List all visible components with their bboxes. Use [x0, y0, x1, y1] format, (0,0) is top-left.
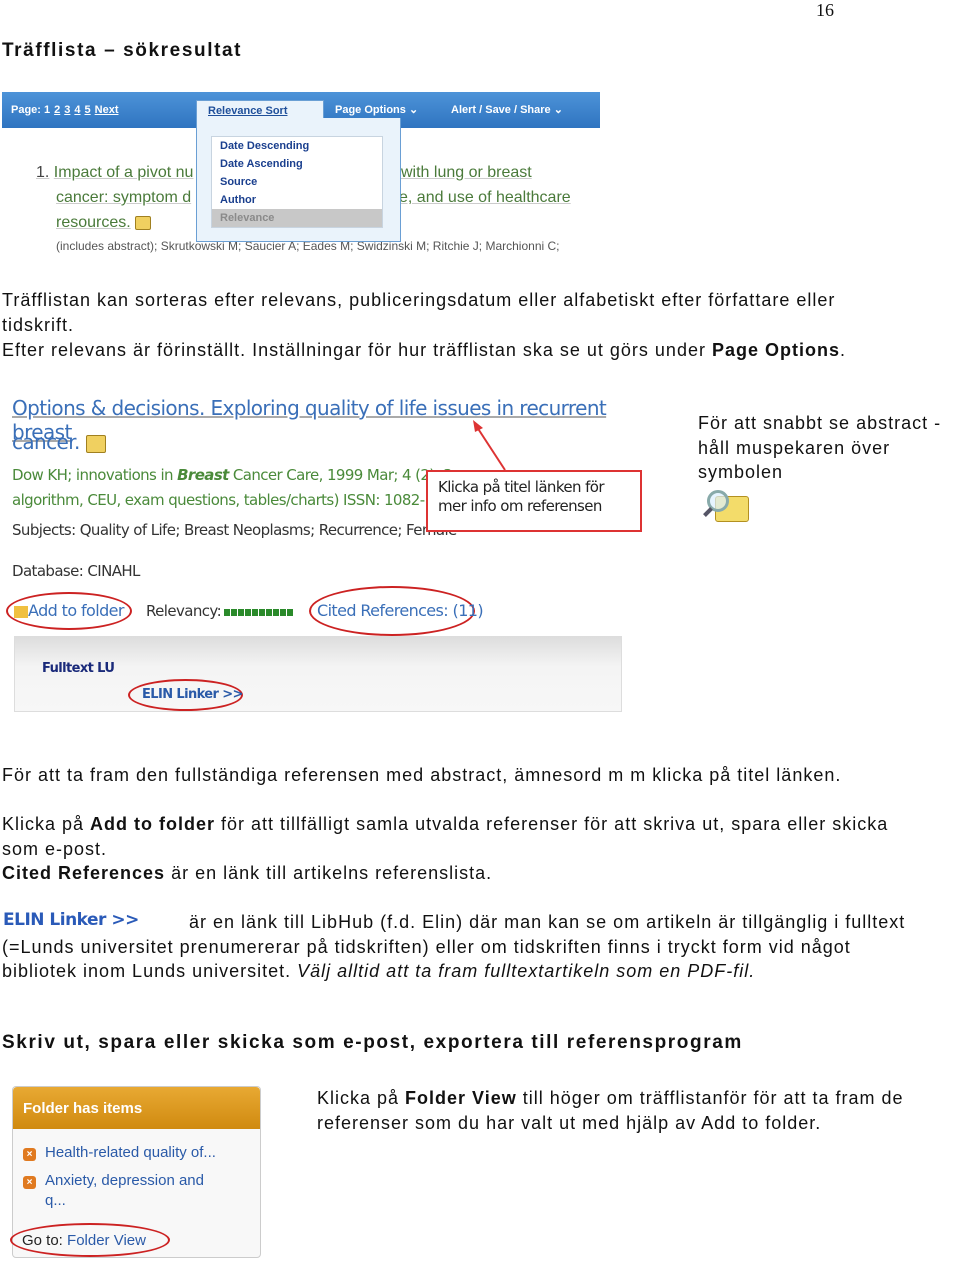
- screenshot-folder: Folder has items × Health-related qualit…: [10, 1086, 261, 1258]
- abstract-preview-icon[interactable]: [85, 434, 106, 453]
- paragraph: För att ta fram den fullständiga referen…: [2, 765, 842, 785]
- record-source: Dow KH; innovations in Breast Cancer Car…: [12, 466, 453, 484]
- paragraph: Efter relevans är förinställt. Inställni…: [2, 340, 846, 360]
- elin-linker-logo: ELIN Linker >>: [3, 910, 139, 930]
- paragraph: är en länk till LibHub (f.d. Elin) där m…: [189, 912, 906, 932]
- abstract-symbol-icon: [703, 490, 749, 524]
- heading-results: Träfflista – sökresultat: [2, 40, 243, 61]
- paragraph: tidskrift.: [2, 315, 75, 335]
- sort-date-ascending[interactable]: Date Ascending: [212, 155, 382, 173]
- goto-label: Go to:: [22, 1232, 68, 1249]
- page-link[interactable]: 4: [74, 104, 80, 116]
- result-title-part[interactable]: with lung or breast: [401, 164, 532, 181]
- paragraph: Klicka på Folder View till höger om träf…: [317, 1088, 904, 1108]
- record-subjects: Subjects: Quality of Life; Breast Neopla…: [12, 521, 457, 539]
- folder-icon: [14, 605, 28, 618]
- record-title-link[interactable]: Options & decisions. Exploring quality o…: [12, 396, 640, 444]
- relevancy-meter: [224, 609, 294, 616]
- folder-item-cont: q...: [45, 1192, 66, 1209]
- folder-view-link[interactable]: Folder View: [67, 1232, 146, 1249]
- page-link[interactable]: 3: [64, 104, 70, 116]
- screenshot-record: Options & decisions. Exploring quality o…: [4, 390, 642, 712]
- add-to-folder-link[interactable]: Add to folder: [14, 601, 124, 620]
- heading-print-save: Skriv ut, spara eller skicka som e-post,…: [2, 1032, 743, 1053]
- sort-dropdown: Date Descending Date Ascending Source Au…: [196, 118, 401, 242]
- record-title-link[interactable]: cancer.: [12, 430, 80, 454]
- screenshot-result-list: Page: 1 2 3 4 5 Next Page Options ⌄ Aler…: [2, 92, 600, 262]
- page-options-menu[interactable]: Page Options ⌄: [335, 103, 418, 116]
- paragraph: Cited References är en länk till artikel…: [2, 863, 493, 883]
- folder-header: Folder has items: [13, 1087, 260, 1129]
- elin-linker-link[interactable]: ELIN Linker >>: [142, 687, 243, 702]
- page-label: Page: 1: [11, 104, 51, 116]
- result-title-part[interactable]: cancer: symptom d: [56, 189, 191, 206]
- abstract-preview-icon[interactable]: [135, 215, 152, 230]
- remove-icon[interactable]: ×: [23, 1148, 36, 1161]
- result-title-part[interactable]: e, and use of healthcare: [399, 189, 571, 206]
- remove-icon[interactable]: ×: [23, 1176, 36, 1189]
- cited-references-link[interactable]: Cited References: (11): [317, 601, 484, 620]
- paragraph: (=Lunds universitet prenumererar på tids…: [2, 937, 851, 957]
- fulltext-label: Fulltext LU: [42, 661, 115, 676]
- side-note: För att snabbt se abstract - håll muspek…: [698, 413, 942, 482]
- sort-relevance[interactable]: Relevance: [212, 209, 382, 227]
- paragraph: Klicka på Add to folder för att tillfäll…: [2, 814, 889, 834]
- arrow-icon: [473, 420, 506, 471]
- sort-author[interactable]: Author: [212, 191, 382, 209]
- page-link[interactable]: 5: [85, 104, 91, 116]
- result-title-part[interactable]: resources.: [56, 214, 131, 231]
- record-database: Database: CINAHL: [12, 562, 140, 580]
- paragraph: som e-post.: [2, 839, 108, 859]
- folder-item[interactable]: Health-related quality of...: [45, 1144, 216, 1161]
- folder-item[interactable]: Anxiety, depression and: [45, 1172, 204, 1189]
- record-source-2: algorithm, CEU, exam questions, tables/c…: [12, 491, 452, 509]
- fulltext-box: Fulltext LU ELIN Linker >>: [14, 636, 622, 712]
- paragraph: bibliotek inom Lunds universitet. Välj a…: [2, 961, 756, 981]
- paragraph: Träfflistan kan sorteras efter relevans,…: [2, 290, 836, 310]
- page-link[interactable]: 2: [54, 104, 60, 116]
- callout-box: Klicka på titel länken för mer info om r…: [426, 470, 642, 532]
- sort-source[interactable]: Source: [212, 173, 382, 191]
- sort-date-descending[interactable]: Date Descending: [212, 137, 382, 155]
- result-title-line: 1. Impact of a pivot nu: [36, 164, 194, 181]
- paragraph: referenser som du har valt ut med hjälp …: [317, 1113, 822, 1133]
- next-link[interactable]: Next: [95, 104, 119, 116]
- alert-save-share-menu[interactable]: Alert / Save / Share ⌄: [451, 103, 563, 116]
- relevancy-label: Relevancy:: [146, 602, 222, 620]
- page-number: 16: [816, 0, 834, 20]
